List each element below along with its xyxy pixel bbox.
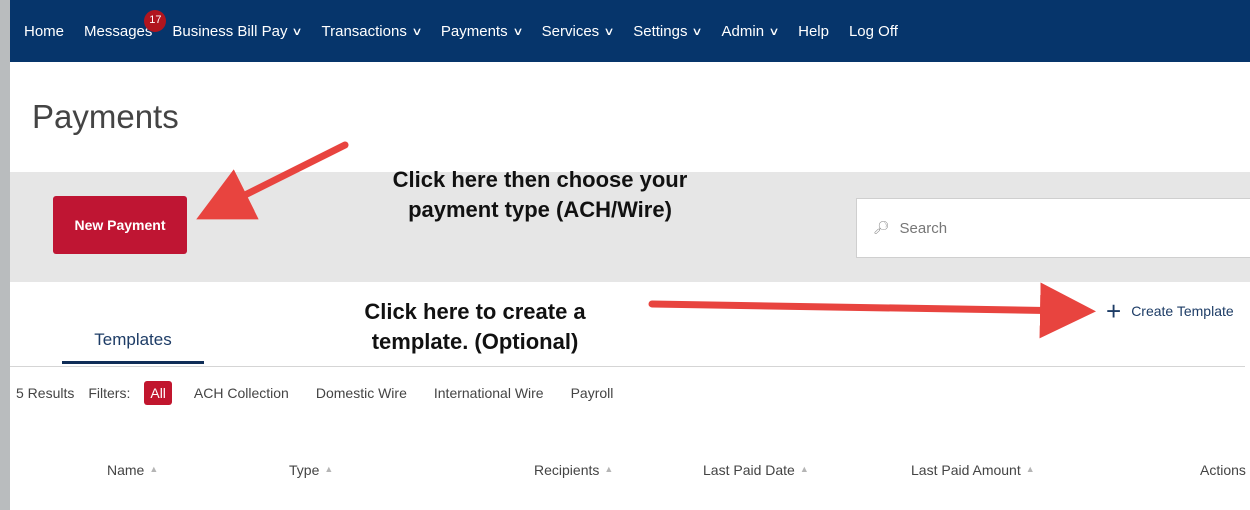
column-actions: Actions	[1200, 462, 1246, 478]
tab-divider	[10, 366, 1245, 367]
sort-ascending-icon: ▲	[149, 464, 159, 474]
nav-transactions[interactable]: Transactions ∨	[321, 22, 423, 40]
new-payment-button[interactable]: New Payment	[53, 196, 187, 254]
nav-services[interactable]: Services ∨	[541, 22, 615, 40]
sort-ascending-icon: ▲	[799, 464, 809, 474]
filter-domestic-wire[interactable]: Domestic Wire	[316, 385, 407, 401]
column-last-paid-amount[interactable]: Last Paid Amount ▲	[911, 462, 1035, 478]
callout-create-template: Click here to create a template. (Option…	[320, 297, 630, 357]
nav-services-label: Services	[541, 22, 600, 40]
column-last-paid-date-label: Last Paid Date	[703, 462, 795, 478]
callout-template-line1: Click here to create a	[364, 299, 586, 324]
column-last-paid-amount-label: Last Paid Amount	[911, 462, 1021, 478]
nav-transactions-label: Transactions	[321, 22, 407, 40]
column-recipients-label: Recipients	[534, 462, 600, 478]
search-input[interactable]	[897, 218, 1202, 238]
nav-log-off[interactable]: Log Off	[849, 23, 898, 40]
callout-new-payment-line2: payment type (ACH/Wire)	[408, 197, 672, 222]
sort-ascending-icon: ▲	[1025, 464, 1035, 474]
nav-business-bill-pay[interactable]: Business Bill Pay ∨	[172, 22, 304, 40]
nav-home[interactable]: Home	[24, 23, 64, 40]
nav-business-bill-pay-label: Business Bill Pay	[172, 22, 288, 40]
filters-label: Filters:	[88, 385, 131, 401]
nav-payments[interactable]: Payments ∨	[440, 22, 524, 40]
nav-settings-label: Settings	[633, 22, 688, 40]
callout-template-line2: template. (Optional)	[371, 329, 579, 354]
filters-row: 5 Results Filters: All ACH Collection Do…	[16, 378, 640, 408]
page-title: Payments	[32, 98, 179, 135]
chevron-down-icon: ∨	[291, 25, 304, 38]
search-icon: 🔍︎	[873, 220, 890, 235]
callout-new-payment: Click here then choose your payment type…	[360, 165, 720, 225]
filter-international-wire[interactable]: International Wire	[434, 385, 544, 401]
chevron-down-icon: ∨	[603, 25, 615, 38]
nav-home-label: Home	[24, 22, 65, 40]
chevron-down-icon: ∨	[511, 25, 524, 38]
left-rail	[0, 0, 10, 510]
column-name[interactable]: Name ▲	[107, 462, 158, 478]
create-template-label: Create Template	[1131, 303, 1234, 319]
filter-all[interactable]: All	[144, 381, 172, 405]
nav-messages-label: Messages	[84, 22, 153, 40]
nav-help-label: Help	[798, 22, 829, 40]
column-type-label: Type	[289, 462, 320, 478]
nav-admin-label: Admin	[721, 22, 765, 40]
callout-new-payment-line1: Click here then choose your	[392, 167, 688, 192]
sort-ascending-icon: ▲	[604, 464, 614, 474]
column-recipients[interactable]: Recipients ▲	[534, 462, 613, 478]
column-last-paid-date[interactable]: Last Paid Date ▲	[703, 462, 809, 478]
create-template-button[interactable]: + Create Template	[1106, 298, 1234, 324]
nav-admin[interactable]: Admin ∨	[721, 22, 780, 40]
top-navigation: Home Messages 17 Business Bill Pay ∨ Tran…	[10, 0, 1250, 62]
nav-log-off-label: Log Off	[848, 22, 898, 40]
results-count: 5 Results	[16, 385, 75, 401]
nav-payments-label: Payments	[440, 22, 508, 40]
arrow-to-create-template	[648, 282, 1096, 339]
nav-help[interactable]: Help	[798, 23, 829, 40]
filter-payroll[interactable]: Payroll	[571, 385, 614, 401]
chevron-down-icon: ∨	[691, 25, 704, 38]
nav-settings[interactable]: Settings ∨	[633, 22, 704, 40]
search-box[interactable]: 🔍︎	[856, 198, 1250, 258]
chevron-down-icon: ∨	[768, 25, 780, 38]
messages-count-badge: 17	[144, 9, 167, 32]
column-actions-label: Actions	[1200, 462, 1246, 478]
tab-templates[interactable]: Templates	[62, 320, 204, 364]
sort-ascending-icon: ▲	[324, 464, 334, 474]
filter-ach-collection[interactable]: ACH Collection	[194, 385, 289, 401]
chevron-down-icon: ∨	[411, 25, 423, 38]
column-name-label: Name	[107, 462, 145, 478]
nav-messages[interactable]: Messages 17	[84, 9, 167, 40]
column-type[interactable]: Type ▲	[289, 462, 333, 478]
plus-icon: +	[1106, 296, 1122, 326]
